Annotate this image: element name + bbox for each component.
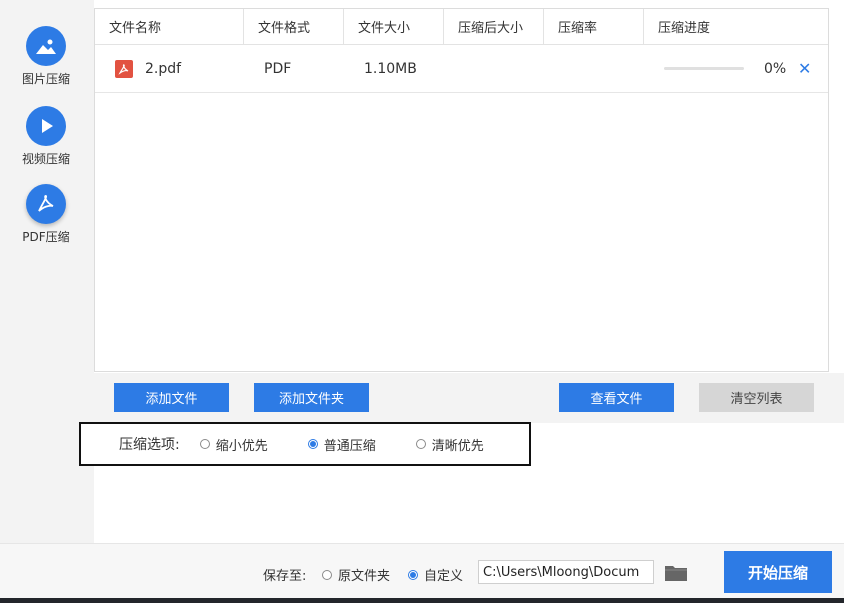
compress-ratio bbox=[544, 45, 644, 92]
nav-video-compress[interactable]: 视频压缩 bbox=[0, 106, 92, 167]
add-folder-button[interactable]: 添加文件夹 bbox=[254, 383, 369, 412]
file-name-cell: 2.pdf bbox=[95, 45, 244, 92]
add-file-button[interactable]: 添加文件 bbox=[114, 383, 229, 412]
nav-image-compress-label: 图片压缩 bbox=[21, 72, 70, 86]
file-name: 2.pdf bbox=[145, 60, 182, 77]
option-normal-label: 普通压缩 bbox=[323, 438, 376, 454]
option-normal[interactable]: 普通压缩 bbox=[307, 435, 376, 454]
col-file-size: 文件大小 bbox=[344, 9, 444, 44]
save-custom[interactable]: 自定义 bbox=[408, 565, 463, 584]
action-bar: 添加文件 添加文件夹 查看文件 清空列表 bbox=[94, 373, 844, 423]
compress-options: 压缩选项: 缩小优先 普通压缩 清晰优先 bbox=[79, 422, 531, 466]
file-table: 文件名称 文件格式 文件大小 压缩后大小 压缩率 压缩进度 2.pdf PDF … bbox=[94, 8, 829, 372]
option-size-first-label: 缩小优先 bbox=[215, 438, 268, 454]
compress-options-label: 压缩选项: bbox=[119, 437, 180, 453]
nav-pdf-compress-label: PDF压缩 bbox=[22, 230, 70, 244]
remove-file-icon[interactable]: ✕ bbox=[798, 59, 811, 78]
table-row[interactable]: 2.pdf PDF 1.10MB 0% ✕ bbox=[95, 45, 828, 93]
image-icon bbox=[26, 26, 66, 66]
option-clarity-first[interactable]: 清晰优先 bbox=[415, 435, 484, 454]
progress-bar bbox=[664, 67, 744, 70]
progress-cell: 0% ✕ bbox=[644, 59, 828, 78]
radio-size-first[interactable] bbox=[199, 439, 210, 449]
compressed-size bbox=[444, 45, 544, 92]
col-file-name: 文件名称 bbox=[95, 9, 244, 44]
radio-custom[interactable] bbox=[408, 569, 418, 580]
radio-normal[interactable] bbox=[307, 439, 318, 449]
file-format: PDF bbox=[264, 60, 292, 77]
clear-list-button[interactable]: 清空列表 bbox=[699, 383, 814, 412]
save-path-input[interactable] bbox=[478, 560, 654, 584]
bottom-bar: 保存至: 原文件夹 自定义 开始压缩 bbox=[0, 543, 844, 603]
file-size: 1.10MB bbox=[364, 60, 417, 77]
col-file-format: 文件格式 bbox=[244, 9, 344, 44]
folder-icon[interactable] bbox=[664, 561, 688, 583]
col-compress-ratio: 压缩率 bbox=[544, 9, 644, 44]
table-header: 文件名称 文件格式 文件大小 压缩后大小 压缩率 压缩进度 bbox=[95, 9, 828, 45]
save-custom-label: 自定义 bbox=[424, 569, 464, 584]
start-compress-button[interactable]: 开始压缩 bbox=[724, 551, 832, 593]
progress-percent: 0% bbox=[764, 60, 787, 77]
view-file-button[interactable]: 查看文件 bbox=[559, 383, 674, 412]
save-to-label: 保存至: bbox=[263, 569, 307, 584]
col-compressed-size: 压缩后大小 bbox=[444, 9, 544, 44]
save-original-folder-label: 原文件夹 bbox=[338, 569, 391, 584]
pdf-file-icon bbox=[115, 59, 133, 78]
radio-original-folder[interactable] bbox=[322, 569, 332, 580]
nav-image-compress[interactable]: 图片压缩 bbox=[0, 26, 92, 87]
save-original-folder[interactable]: 原文件夹 bbox=[322, 565, 390, 584]
taskbar-strip bbox=[0, 598, 844, 603]
option-clarity-first-label: 清晰优先 bbox=[431, 438, 484, 454]
play-icon bbox=[26, 106, 66, 146]
col-compress-progress: 压缩进度 bbox=[658, 21, 711, 36]
pdf-icon bbox=[26, 184, 66, 224]
nav-pdf-compress[interactable]: PDF压缩 bbox=[0, 184, 92, 245]
nav-video-compress-label: 视频压缩 bbox=[21, 152, 70, 166]
option-size-first[interactable]: 缩小优先 bbox=[199, 435, 268, 454]
radio-clarity-first[interactable] bbox=[415, 439, 426, 449]
